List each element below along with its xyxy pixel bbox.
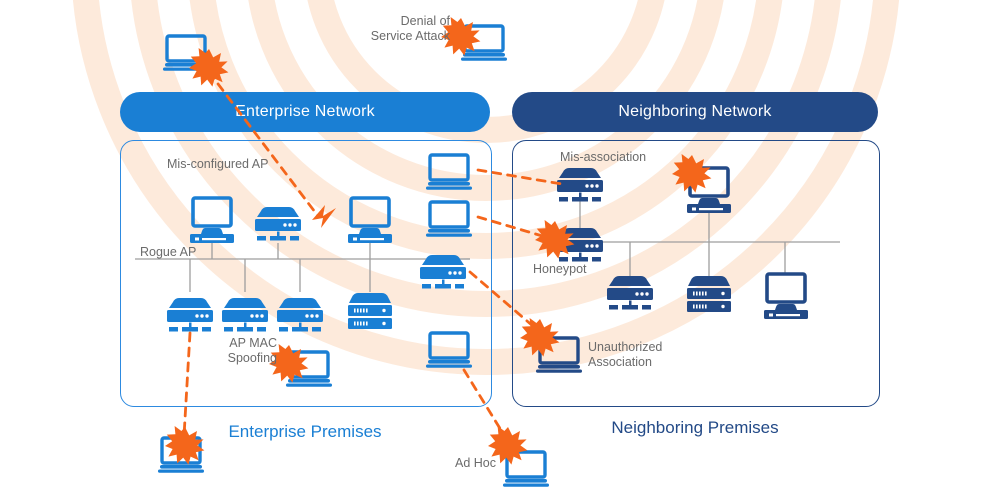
enterprise-access-point-misconfigured xyxy=(255,207,301,241)
burst-honeypot xyxy=(535,220,575,259)
enterprise-laptop-mid xyxy=(424,200,474,239)
enterprise-access-point-bridge xyxy=(420,255,466,289)
burst-rogue-laptop-top xyxy=(189,48,229,87)
enterprise-desktop-1 xyxy=(188,196,236,245)
enterprise-laptop-bottom xyxy=(424,331,474,370)
lightning-bolt-icon xyxy=(312,205,336,228)
unauthorized-association-label: Unauthorized Association xyxy=(588,340,663,369)
rogue-ap-label: Rogue AP xyxy=(140,245,197,259)
enterprise-laptop-top xyxy=(424,153,474,192)
honeypot-label: Honeypot xyxy=(533,262,587,276)
neighboring-desktop-1 xyxy=(762,272,810,321)
enterprise-access-point-3 xyxy=(277,298,323,332)
network-threat-diagram: Enterprise Network Neighboring Network E… xyxy=(0,0,990,503)
mis-association-label: Mis-association xyxy=(560,150,647,164)
denial-of-service-label: Denial of Service Attack xyxy=(370,14,450,43)
attack-links xyxy=(182,70,564,450)
enterprise-server xyxy=(348,293,392,329)
ad-hoc-label: Ad Hoc xyxy=(455,456,496,470)
enterprise-access-point-2 xyxy=(222,298,268,332)
mis-configured-ap-label: Mis-configured AP xyxy=(167,157,269,171)
neighboring-premises-caption: Neighboring Premises xyxy=(611,418,779,437)
burst-neighboring-desktop xyxy=(672,154,712,193)
enterprise-desktop-2 xyxy=(346,196,394,245)
enterprise-premises-caption: Enterprise Premises xyxy=(228,422,382,441)
ap-mac-spoofing-label: AP MAC Spoofing xyxy=(227,336,277,365)
neighboring-server xyxy=(687,276,731,312)
neighboring-access-point-1 xyxy=(607,276,653,310)
enterprise-access-point-1 xyxy=(167,298,213,332)
neighboring-access-point-misassociation xyxy=(557,168,603,202)
